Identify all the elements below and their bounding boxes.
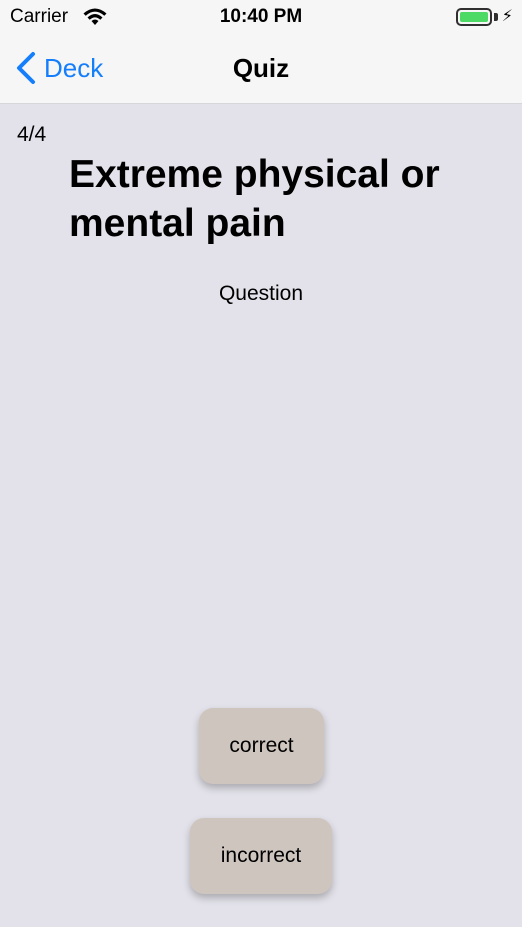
navigation-bar: Deck Quiz	[0, 36, 522, 104]
card-text: Extreme physical or mental pain	[69, 153, 440, 245]
bolt-icon: ⚡	[501, 8, 513, 25]
status-time: 10:40 PM	[219, 6, 303, 27]
incorrect-button[interactable]: incorrect	[190, 818, 332, 894]
status-bar: Carrier 10:40 PM ⚡	[0, 0, 522, 36]
battery-tip	[494, 13, 498, 21]
battery-icon	[456, 8, 492, 26]
progress-counter: 4/4	[17, 123, 47, 146]
battery-level-fill	[460, 12, 488, 22]
question-answer-toggle[interactable]: Question	[0, 282, 522, 306]
correct-button[interactable]: correct	[199, 708, 324, 784]
page-title: Quiz	[232, 53, 290, 83]
